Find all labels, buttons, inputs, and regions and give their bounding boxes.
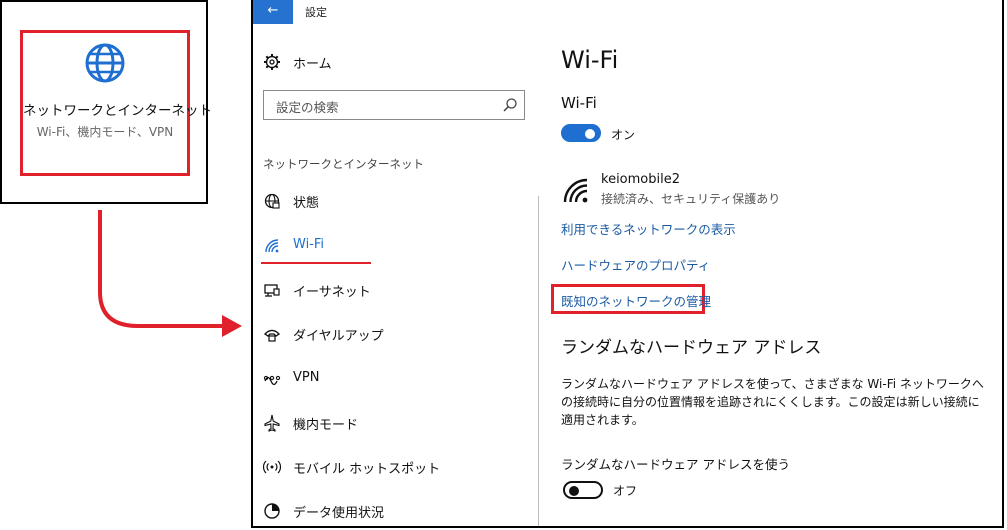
sidebar-home[interactable]: ホーム [253,47,523,77]
sidebar-item-label: ダイヤルアップ [293,329,384,344]
settings-window: ← 設定 ホーム 設定の検索 ネットワークとインターネット 状態 Wi-Fi イ… [251,0,1004,528]
use-random-address-label: ランダムなハードウェア アドレスを使う [561,457,790,472]
vpn-icon [263,375,281,386]
sidebar-item-wifi[interactable]: Wi-Fi [253,231,523,261]
page-title: Wi-Fi [561,46,619,74]
arrow-icon [98,210,242,337]
sidebar-item-label: Wi-Fi [293,237,325,252]
toggle-knob [569,486,579,496]
sidebar-item-status[interactable]: 状態 [253,186,523,216]
sidebar-item-ethernet[interactable]: イーサネット [253,275,523,305]
ethernet-icon [264,284,280,297]
search-input[interactable]: 設定の検索 [263,90,525,120]
manage-known-networks-link[interactable]: 既知のネットワークの管理 [561,291,711,310]
sidebar-section-label: ネットワークとインターネット [263,157,424,171]
network-status: 接続済み、セキュリティ保護あり [601,192,781,206]
globe-status-icon [264,193,280,209]
title-bar: ← 設定 [253,0,1002,24]
wifi-section-heading: Wi-Fi [561,94,597,112]
sidebar-home-label: ホーム [293,57,332,72]
sidebar-item-label: イーサネット [293,285,371,300]
app-title: 設定 [305,6,327,19]
sidebar-item-label: VPN [293,370,320,385]
random-hardware-address-heading: ランダムなハードウェア アドレス [561,338,822,358]
random-address-toggle[interactable] [563,481,603,499]
wifi-signal-icon [563,178,588,203]
hardware-properties-link[interactable]: ハードウェアのプロパティ [561,255,710,274]
sidebar-item-hotspot[interactable]: モバイル ホットスポット [253,452,523,482]
gear-icon [264,54,280,70]
sidebar-item-data-usage[interactable]: データ使用状況 [253,496,523,526]
sidebar-item-label: データ使用状況 [293,506,385,521]
sidebar-item-airplane[interactable]: 機内モード [253,408,523,438]
data-usage-icon [264,503,280,519]
phone-icon [263,329,281,342]
sidebar-item-label: モバイル ホットスポット [293,462,441,477]
show-available-networks-link[interactable]: 利用できるネットワークの表示 [561,219,736,238]
sidebar-item-label: 状態 [293,196,320,211]
search-placeholder: 設定の検索 [276,100,339,115]
sidebar-item-label: 機内モード [293,418,359,433]
toggle-knob [585,129,595,139]
network-name[interactable]: keiomobile2 [601,172,680,187]
wifi-icon [265,239,279,253]
pane-divider [538,196,539,526]
random-hardware-address-description: ランダムなハードウェア アドレスを使って、さまざまな Wi-Fi ネットワークへ… [561,377,984,427]
wifi-toggle-state: オン [611,128,636,142]
random-toggle-state: オフ [613,484,638,498]
sidebar-item-dialup[interactable]: ダイヤルアップ [253,319,523,349]
search-icon[interactable] [502,97,518,113]
airplane-icon [264,414,280,432]
wifi-toggle[interactable] [561,124,601,142]
sidebar-item-vpn[interactable]: VPN [253,364,523,394]
hotspot-icon [263,460,281,474]
selected-item-underline [261,262,371,264]
back-button[interactable]: ← [253,0,293,24]
